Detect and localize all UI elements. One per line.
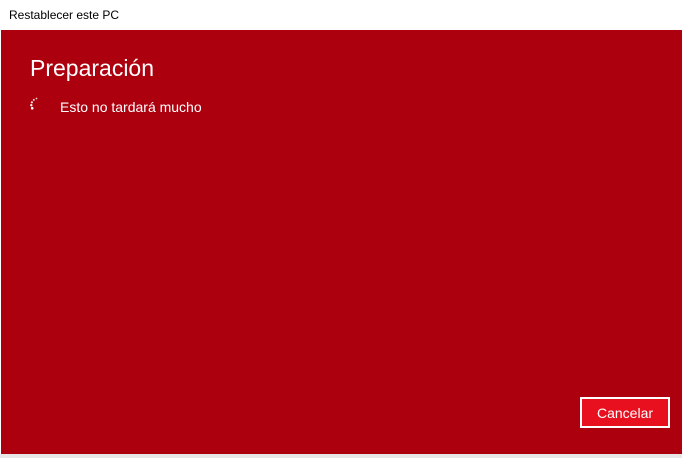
title-bar[interactable]: Restablecer este PC — [0, 0, 682, 30]
window-title: Restablecer este PC — [9, 8, 120, 22]
loading-spinner-icon — [30, 97, 44, 111]
cancel-button[interactable]: Cancelar — [580, 397, 670, 428]
reset-pc-window: Restablecer este PC Preparación Esto no … — [0, 0, 682, 458]
status-text: Esto no tardará mucho — [60, 99, 202, 115]
content-panel: Preparación Esto no tardará mucho Cancel… — [1, 30, 682, 454]
window-bottom-edge — [0, 454, 682, 458]
page-title: Preparación — [30, 55, 155, 81]
